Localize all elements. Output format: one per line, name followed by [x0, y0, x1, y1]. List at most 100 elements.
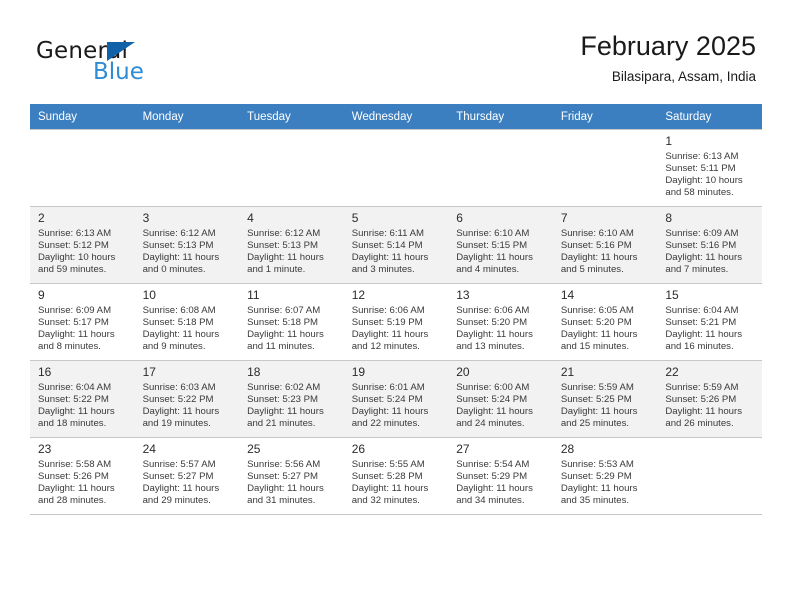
day-details: Sunrise: 5:59 AM Sunset: 5:26 PM Dayligh… — [665, 382, 742, 430]
weekday-header-sunday: Sunday — [30, 104, 135, 130]
day-cell[interactable] — [134, 129, 240, 207]
day-number: 26 — [351, 442, 366, 456]
calendar-grid: Sunday Monday Tuesday Wednesday Thursday… — [30, 104, 762, 515]
day-cell[interactable]: 16 Sunrise: 6:04 AM Sunset: 5:22 PM Dayli… — [30, 360, 135, 438]
day-details: Sunrise: 5:53 AM Sunset: 5:29 PM Dayligh… — [560, 459, 638, 507]
day-details: Sunrise: 6:06 AM Sunset: 5:20 PM Dayligh… — [456, 305, 533, 353]
day-number: 2 — [38, 211, 45, 225]
day-cell[interactable]: 9 Sunrise: 6:09 AM Sunset: 5:17 PM Daylig… — [30, 283, 135, 361]
day-details: Sunrise: 5:59 AM Sunset: 5:25 PM Dayligh… — [560, 382, 638, 430]
day-details: Sunrise: 6:13 AM Sunset: 5:11 PM Dayligh… — [665, 151, 743, 199]
day-details: Sunrise: 5:58 AM Sunset: 5:26 PM Dayligh… — [38, 459, 115, 507]
day-details: Sunrise: 6:05 AM Sunset: 5:20 PM Dayligh… — [560, 305, 638, 353]
week-row: 9 Sunrise: 6:09 AM Sunset: 5:17 PM Daylig… — [30, 283, 762, 361]
day-cell[interactable]: 1 Sunrise: 6:13 AM Sunset: 5:11 PM Daylig… — [657, 129, 762, 207]
day-number: 27 — [456, 442, 470, 456]
day-cell[interactable]: 13 Sunrise: 6:06 AM Sunset: 5:20 PM Dayli… — [448, 283, 553, 361]
day-cell[interactable]: 2 Sunrise: 6:13 AM Sunset: 5:12 PM Daylig… — [30, 206, 135, 284]
calendar-header-row: Sunday Monday Tuesday Wednesday Thursday… — [30, 104, 762, 130]
week-row: 23 Sunrise: 5:58 AM Sunset: 5:26 PM Dayli… — [30, 437, 762, 515]
day-cell[interactable]: 28 Sunrise: 5:53 AM Sunset: 5:29 PM Dayli… — [552, 437, 658, 515]
day-number: 13 — [456, 288, 470, 302]
day-cell[interactable] — [552, 129, 658, 207]
day-details: Sunrise: 6:12 AM Sunset: 5:13 PM Dayligh… — [142, 228, 220, 276]
day-number: 25 — [247, 442, 261, 456]
day-details: Sunrise: 5:57 AM Sunset: 5:27 PM Dayligh… — [142, 459, 220, 507]
day-cell[interactable]: 22 Sunrise: 5:59 AM Sunset: 5:26 PM Dayli… — [657, 360, 762, 438]
day-number: 6 — [456, 211, 463, 225]
day-cell[interactable]: 14 Sunrise: 6:05 AM Sunset: 5:20 PM Dayli… — [552, 283, 658, 361]
day-details: Sunrise: 6:01 AM Sunset: 5:24 PM Dayligh… — [351, 382, 429, 430]
day-cell[interactable]: 12 Sunrise: 6:06 AM Sunset: 5:19 PM Dayli… — [343, 283, 449, 361]
day-details: Sunrise: 6:00 AM Sunset: 5:24 PM Dayligh… — [456, 382, 533, 430]
week-row: 16 Sunrise: 6:04 AM Sunset: 5:22 PM Dayli… — [30, 360, 762, 438]
day-number: 20 — [456, 365, 470, 379]
day-details: Sunrise: 6:02 AM Sunset: 5:23 PM Dayligh… — [247, 382, 324, 430]
day-details: Sunrise: 6:11 AM Sunset: 5:14 PM Dayligh… — [351, 228, 429, 276]
day-details: Sunrise: 5:55 AM Sunset: 5:28 PM Dayligh… — [351, 459, 429, 507]
day-cell[interactable] — [657, 437, 762, 515]
day-cell[interactable]: 21 Sunrise: 5:59 AM Sunset: 5:25 PM Dayli… — [552, 360, 658, 438]
day-cell[interactable] — [343, 129, 449, 207]
day-number: 14 — [560, 288, 575, 302]
day-cell[interactable]: 24 Sunrise: 5:57 AM Sunset: 5:27 PM Dayli… — [134, 437, 240, 515]
day-number: 7 — [560, 211, 568, 225]
day-cell[interactable] — [239, 129, 344, 207]
day-number: 17 — [142, 365, 156, 379]
day-number: 16 — [38, 365, 52, 379]
day-details: Sunrise: 6:13 AM Sunset: 5:12 PM Dayligh… — [38, 228, 116, 276]
day-number: 10 — [142, 288, 156, 302]
day-cell[interactable]: 8 Sunrise: 6:09 AM Sunset: 5:16 PM Daylig… — [657, 206, 762, 284]
week-row: 1 Sunrise: 6:13 AM Sunset: 5:11 PM Daylig… — [30, 129, 762, 207]
day-cell[interactable]: 26 Sunrise: 5:55 AM Sunset: 5:28 PM Dayli… — [343, 437, 449, 515]
weekday-header-wednesday: Wednesday — [343, 104, 449, 130]
week-row: 2 Sunrise: 6:13 AM Sunset: 5:12 PM Daylig… — [30, 206, 762, 284]
day-number: 1 — [665, 134, 673, 148]
logo-text-blue: Blue — [93, 59, 144, 85]
weekday-header-tuesday: Tuesday — [239, 104, 344, 130]
day-cell[interactable]: 15 Sunrise: 6:04 AM Sunset: 5:21 PM Dayli… — [657, 283, 762, 361]
page-header: General Blue February 2025 Bilasipara, A… — [0, 0, 792, 104]
day-details: Sunrise: 6:03 AM Sunset: 5:22 PM Dayligh… — [142, 382, 220, 430]
day-number: 28 — [560, 442, 575, 456]
day-number: 9 — [38, 288, 45, 302]
day-cell[interactable]: 5 Sunrise: 6:11 AM Sunset: 5:14 PM Daylig… — [343, 206, 449, 284]
page-subtitle: Bilasipara, Assam, India — [611, 69, 756, 84]
day-cell[interactable]: 18 Sunrise: 6:02 AM Sunset: 5:23 PM Dayli… — [239, 360, 344, 438]
general-blue-logo[interactable]: General Blue — [36, 38, 266, 94]
day-cell[interactable]: 6 Sunrise: 6:10 AM Sunset: 5:15 PM Daylig… — [448, 206, 553, 284]
day-cell[interactable]: 23 Sunrise: 5:58 AM Sunset: 5:26 PM Dayli… — [30, 437, 135, 515]
day-details: Sunrise: 6:12 AM Sunset: 5:13 PM Dayligh… — [247, 228, 324, 276]
calendar-page: General Blue February 2025 Bilasipara, A… — [0, 0, 792, 612]
day-cell[interactable]: 10 Sunrise: 6:08 AM Sunset: 5:18 PM Dayli… — [134, 283, 240, 361]
day-details: Sunrise: 6:09 AM Sunset: 5:16 PM Dayligh… — [665, 228, 742, 276]
day-number: 24 — [142, 442, 156, 456]
day-number: 18 — [247, 365, 261, 379]
day-cell[interactable]: 25 Sunrise: 5:56 AM Sunset: 5:27 PM Dayli… — [239, 437, 344, 515]
weekday-header-friday: Friday — [552, 104, 658, 130]
day-cell[interactable]: 11 Sunrise: 6:07 AM Sunset: 5:18 PM Dayli… — [239, 283, 344, 361]
day-number: 21 — [560, 365, 575, 379]
day-cell[interactable]: 4 Sunrise: 6:12 AM Sunset: 5:13 PM Daylig… — [239, 206, 344, 284]
weekday-header-saturday: Saturday — [657, 104, 762, 130]
day-cell[interactable]: 27 Sunrise: 5:54 AM Sunset: 5:29 PM Dayli… — [448, 437, 553, 515]
day-details: Sunrise: 6:07 AM Sunset: 5:18 PM Dayligh… — [247, 305, 324, 353]
day-details: Sunrise: 6:04 AM Sunset: 5:21 PM Dayligh… — [665, 305, 742, 353]
day-number: 4 — [247, 211, 254, 225]
day-cell[interactable]: 7 Sunrise: 6:10 AM Sunset: 5:16 PM Daylig… — [552, 206, 658, 284]
day-cell[interactable] — [30, 129, 135, 207]
day-cell[interactable]: 20 Sunrise: 6:00 AM Sunset: 5:24 PM Dayli… — [448, 360, 553, 438]
day-cell[interactable]: 17 Sunrise: 6:03 AM Sunset: 5:22 PM Dayli… — [134, 360, 240, 438]
day-cell[interactable] — [448, 129, 553, 207]
title-block: February 2025 Bilasipara, Assam, India — [580, 30, 756, 85]
day-number: 12 — [351, 288, 366, 302]
day-details: Sunrise: 5:54 AM Sunset: 5:29 PM Dayligh… — [456, 459, 533, 507]
day-cell[interactable]: 19 Sunrise: 6:01 AM Sunset: 5:24 PM Dayli… — [343, 360, 449, 438]
day-details: Sunrise: 6:06 AM Sunset: 5:19 PM Dayligh… — [351, 305, 429, 353]
day-cell[interactable]: 3 Sunrise: 6:12 AM Sunset: 5:13 PM Daylig… — [134, 206, 240, 284]
day-details: Sunrise: 6:10 AM Sunset: 5:16 PM Dayligh… — [560, 228, 638, 276]
day-number: 22 — [665, 365, 679, 379]
calendar-body: 1 Sunrise: 6:13 AM Sunset: 5:11 PM Daylig… — [30, 129, 762, 515]
weekday-header-thursday: Thursday — [448, 104, 553, 130]
day-details: Sunrise: 6:10 AM Sunset: 5:15 PM Dayligh… — [456, 228, 533, 276]
